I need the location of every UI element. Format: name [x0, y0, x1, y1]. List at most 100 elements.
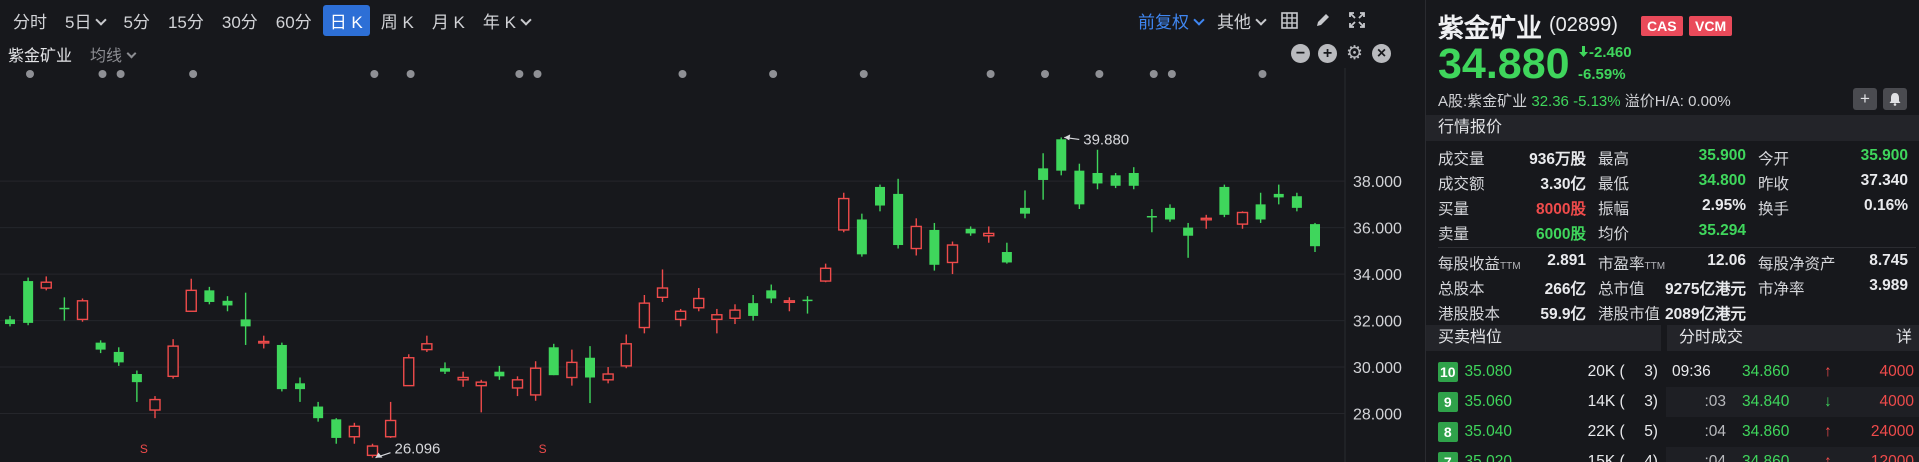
zoom-in-icon[interactable]: + — [1318, 44, 1337, 63]
price-adjust-dropdown[interactable]: 前复权 — [1138, 8, 1205, 33]
candle-body — [620, 343, 632, 367]
candle-body — [711, 314, 723, 321]
candle-body — [95, 342, 106, 350]
order-book-row[interactable]: 7 35.020 15K (4) — [1438, 447, 1658, 462]
quote-value: 266亿 — [1544, 280, 1586, 298]
quote-row: 港股股本 59.9亿 港股市值 2089亿港元 — [1438, 300, 1916, 325]
candle-body — [113, 351, 124, 363]
tick-row: :04 34.860 ↑ 12000 — [1666, 447, 1919, 462]
order-book-row[interactable]: 9 35.060 14K (3) — [1438, 387, 1658, 417]
ticks-title-label: 分时成交 — [1679, 329, 1744, 346]
period-tab-9[interactable]: 年 K — [476, 5, 537, 36]
candle-body — [5, 319, 15, 325]
event-dot — [26, 70, 34, 78]
period-tab-label: 60分 — [275, 12, 312, 32]
add-watchlist-button[interactable]: + — [1853, 88, 1877, 110]
period-tab-7[interactable]: 周 K — [374, 5, 421, 36]
quote-value: 3.30亿 — [1540, 175, 1586, 193]
candle-body — [965, 228, 976, 234]
candle-body — [240, 319, 251, 327]
candle-body — [566, 361, 578, 379]
period-tab-0[interactable]: 分时 — [6, 5, 54, 36]
market-quote-grid: 成交量 936万股 最高 35.900 今开 35.900 成交额 3.30亿 最低 34.800… — [1438, 145, 1916, 325]
candle-body — [1056, 139, 1067, 171]
chart-controls: − + ⚙ × — [1291, 44, 1391, 63]
event-dot — [515, 70, 524, 78]
candle-body — [40, 281, 52, 289]
quote-label: 今开 — [1758, 150, 1790, 168]
arrow-down-icon: ↓ — [1824, 393, 1832, 410]
candle-body — [204, 290, 215, 302]
candle-body — [1200, 217, 1212, 221]
candle-body — [313, 406, 324, 419]
candle-body — [838, 197, 850, 231]
candle-body — [457, 376, 469, 381]
tick-price: 34.860 — [1742, 453, 1790, 462]
period-tab-8[interactable]: 月 K — [425, 5, 472, 36]
candle-body — [1146, 215, 1157, 218]
quote-cell: 最低 34.800 — [1598, 172, 1758, 194]
quote-row: 成交量 936万股 最高 35.900 今开 35.900 — [1438, 145, 1916, 170]
candle-body — [856, 219, 867, 255]
other-dropdown[interactable]: 其他 — [1217, 8, 1267, 33]
ma-dropdown[interactable]: 均线 — [90, 42, 137, 66]
level-badge: 10 — [1438, 362, 1458, 382]
a-share-label[interactable]: A股:紫金矿业 — [1438, 93, 1527, 110]
candle-body — [421, 343, 433, 351]
price-adjust-label: 前复权 — [1138, 12, 1189, 32]
quote-label: 港股股本 — [1438, 305, 1501, 323]
ttm-tag: TTM — [1500, 260, 1521, 272]
quote-value: 3.989 — [1869, 276, 1908, 294]
candle-body — [1165, 207, 1175, 220]
detail-button[interactable]: 详 — [1896, 325, 1912, 351]
period-tab-6[interactable]: 日 K — [322, 4, 370, 36]
quote-cell: 昨收 37.340 — [1758, 172, 1908, 194]
close-icon[interactable]: × — [1372, 44, 1391, 63]
candle-body — [674, 310, 687, 321]
period-tab-4[interactable]: 30分 — [215, 5, 265, 36]
candle-body — [783, 300, 796, 304]
chart-sub-bar: 紫金矿业 均线 — [0, 40, 1415, 68]
zoom-out-icon[interactable]: − — [1291, 44, 1310, 63]
candle-body — [331, 419, 342, 438]
candle-body — [1255, 204, 1266, 220]
period-tab-1[interactable]: 5日 — [58, 5, 112, 36]
settings-gear-icon[interactable]: ⚙ — [1345, 44, 1364, 63]
bid-volume: 15K ( — [1587, 453, 1625, 462]
y-tick-label: 34.000 — [1353, 267, 1402, 284]
ticks-list: 09:36 34.860 ↑ 4000:03 34.840 ↓ 4000:04 34.860 ↑… — [1666, 357, 1919, 462]
quote-row: 每股收益TTM 2.891 市盈率TTM 12.06 每股净资产 8.745 — [1438, 250, 1916, 275]
quote-label: 昨收 — [1758, 175, 1790, 193]
chart-panel: 分时 5日 5分 15分 30分 60分日 K 周 K 月 K 年 K 前复权 其他 紫金矿业 … — [0, 0, 1415, 462]
y-tick-label: 38.000 — [1353, 174, 1402, 191]
a-share-pct: -5.13% — [1573, 93, 1621, 110]
order-book-row[interactable]: 8 35.040 22K (5) — [1438, 417, 1658, 447]
quote-label: 每股净资产 — [1758, 255, 1836, 273]
fullscreen-icon[interactable] — [1347, 10, 1367, 30]
bid-count: 4) — [1644, 453, 1658, 462]
candle-body — [602, 373, 614, 381]
period-tab-label: 周 K — [380, 12, 414, 32]
period-toolbar-right: 前复权 其他 — [1138, 0, 1367, 40]
grid-layout-icon[interactable] — [1279, 10, 1299, 30]
bell-icon[interactable] — [1883, 88, 1907, 110]
period-tab-5[interactable]: 60分 — [269, 5, 319, 36]
tick-price: 34.860 — [1742, 423, 1790, 440]
candle-body — [729, 309, 741, 319]
event-dot — [406, 70, 415, 78]
quote-value: 0.16% — [1864, 196, 1908, 214]
quote-cell: 每股净资产 8.745 — [1758, 252, 1908, 274]
draw-pen-icon[interactable] — [1313, 10, 1333, 30]
event-dot — [533, 70, 542, 78]
kline-chart[interactable]: 38.000 36.000 34.000 32.000 30.000 28.000 39.8… — [0, 68, 1415, 462]
ticks-title: 分时成交 详 — [1666, 325, 1919, 351]
sell-marker: S — [140, 442, 148, 456]
candle-body — [910, 225, 922, 250]
order-book-row[interactable]: 10 35.080 20K (3) — [1438, 357, 1658, 387]
period-tab-2[interactable]: 5分 — [116, 5, 156, 36]
quote-row: 总股本 266亿 总市值 9275亿港元 市净率 3.989 — [1438, 275, 1916, 300]
quote-label: 总股本 — [1438, 280, 1485, 298]
quote-header: 紫金矿业 (02899) CAS VCM 34.880 -2.460 -6.59… — [1438, 6, 1911, 116]
chevron-down-icon — [520, 13, 532, 26]
period-tab-3[interactable]: 15分 — [161, 5, 211, 36]
